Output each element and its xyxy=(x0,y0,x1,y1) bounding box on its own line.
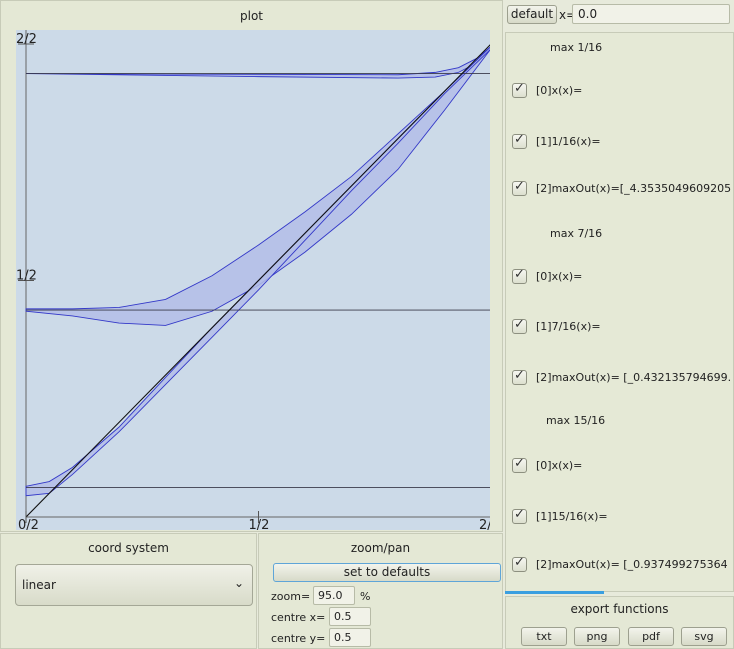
group-header: max 15/16 xyxy=(546,414,606,427)
export-title: export functions xyxy=(570,602,669,616)
function-row[interactable]: [2]maxOut(x)=[_4.3535049609205 xyxy=(512,181,732,201)
export-png-button[interactable]: png xyxy=(574,627,620,646)
function-label: [2]maxOut(x)= [_0.432135794699. xyxy=(536,371,732,384)
check-icon[interactable] xyxy=(512,458,527,473)
coord-system-select[interactable]: linear ⌄ xyxy=(15,564,253,606)
x-input[interactable]: 0.0 xyxy=(572,4,730,24)
export-panel: export functions txt png pdf svg xyxy=(505,596,734,649)
export-txt-button[interactable]: txt xyxy=(521,627,567,646)
default-button[interactable]: default xyxy=(507,5,557,24)
function-label: [1]7/16(x)= xyxy=(536,320,601,333)
function-row[interactable]: [1]15/16(x)= xyxy=(512,509,732,529)
centre-x-input[interactable]: 0.5 xyxy=(329,607,371,626)
chevron-down-icon: ⌄ xyxy=(233,576,244,590)
check-icon[interactable] xyxy=(512,319,527,334)
function-label: [2]maxOut(x)=[_4.3535049609205 xyxy=(536,182,732,195)
check-icon[interactable] xyxy=(512,83,527,98)
centre-y-label: centre y= xyxy=(271,632,326,645)
centre-x-label: centre x= xyxy=(271,611,326,624)
export-svg-button[interactable]: svg xyxy=(681,627,727,646)
function-row[interactable]: [2]maxOut(x)= [_0.432135794699. xyxy=(512,370,732,390)
x-tick-label: 1/2 xyxy=(249,518,270,530)
function-label: [0]x(x)= xyxy=(536,84,583,97)
export-pdf-button[interactable]: pdf xyxy=(628,627,674,646)
plot-panel: plot 0/2 1/2 1/2 2/2 2/2 xyxy=(0,0,503,532)
coord-system-value: linear xyxy=(22,578,56,592)
coord-system-title: coord system xyxy=(88,541,169,555)
zoom-pan-title: zoom/pan xyxy=(350,541,411,555)
function-row[interactable]: [0]x(x)= xyxy=(512,83,732,103)
function-row[interactable]: [1]1/16(x)= xyxy=(512,134,732,154)
check-icon[interactable] xyxy=(512,509,527,524)
check-icon[interactable] xyxy=(512,370,527,385)
x-tick-label: 2/2 xyxy=(479,518,490,530)
function-row[interactable]: [2]maxOut(x)= [_0.937499275364 xyxy=(512,557,732,577)
function-label: [2]maxOut(x)= [_0.937499275364 xyxy=(536,558,728,571)
function-label: [1]1/16(x)= xyxy=(536,135,601,148)
check-icon[interactable] xyxy=(512,181,527,196)
x-tick-label: 0/2 xyxy=(18,518,39,530)
function-row[interactable]: [0]x(x)= xyxy=(512,458,732,478)
function-label: [1]15/16(x)= xyxy=(536,510,608,523)
group-header: max 1/16 xyxy=(550,41,603,54)
function-row[interactable]: [0]x(x)= xyxy=(512,269,732,289)
scrollbar[interactable] xyxy=(505,591,604,594)
y-tick-label: 1/2 xyxy=(16,269,37,284)
check-icon[interactable] xyxy=(512,134,527,149)
group-header: max 7/16 xyxy=(550,227,603,240)
centre-y-input[interactable]: 0.5 xyxy=(329,628,371,647)
function-panel: default x= 0.0 max 1/16 [0]x(x)= [1]1/16… xyxy=(505,0,734,649)
coord-system-panel: coord system linear ⌄ xyxy=(0,533,257,649)
plot-title: plot xyxy=(240,9,263,23)
zoom-unit: % xyxy=(360,590,371,603)
function-row[interactable]: [1]7/16(x)= xyxy=(512,319,732,339)
check-icon[interactable] xyxy=(512,269,527,284)
plot-canvas[interactable]: 0/2 1/2 1/2 2/2 2/2 xyxy=(16,30,490,530)
zoom-label: zoom= xyxy=(271,590,311,603)
function-label: [0]x(x)= xyxy=(536,459,583,472)
check-icon[interactable] xyxy=(512,557,527,572)
zoom-input[interactable]: 95.0 xyxy=(313,586,355,605)
zoom-pan-panel: zoom/pan set to defaults zoom= 95.0 % ce… xyxy=(258,533,503,649)
function-list[interactable]: max 1/16 [0]x(x)= [1]1/16(x)= [2]maxOut(… xyxy=(505,32,734,592)
y-tick-label: 2/2 xyxy=(16,32,37,47)
set-defaults-button[interactable]: set to defaults xyxy=(273,563,501,582)
function-label: [0]x(x)= xyxy=(536,270,583,283)
